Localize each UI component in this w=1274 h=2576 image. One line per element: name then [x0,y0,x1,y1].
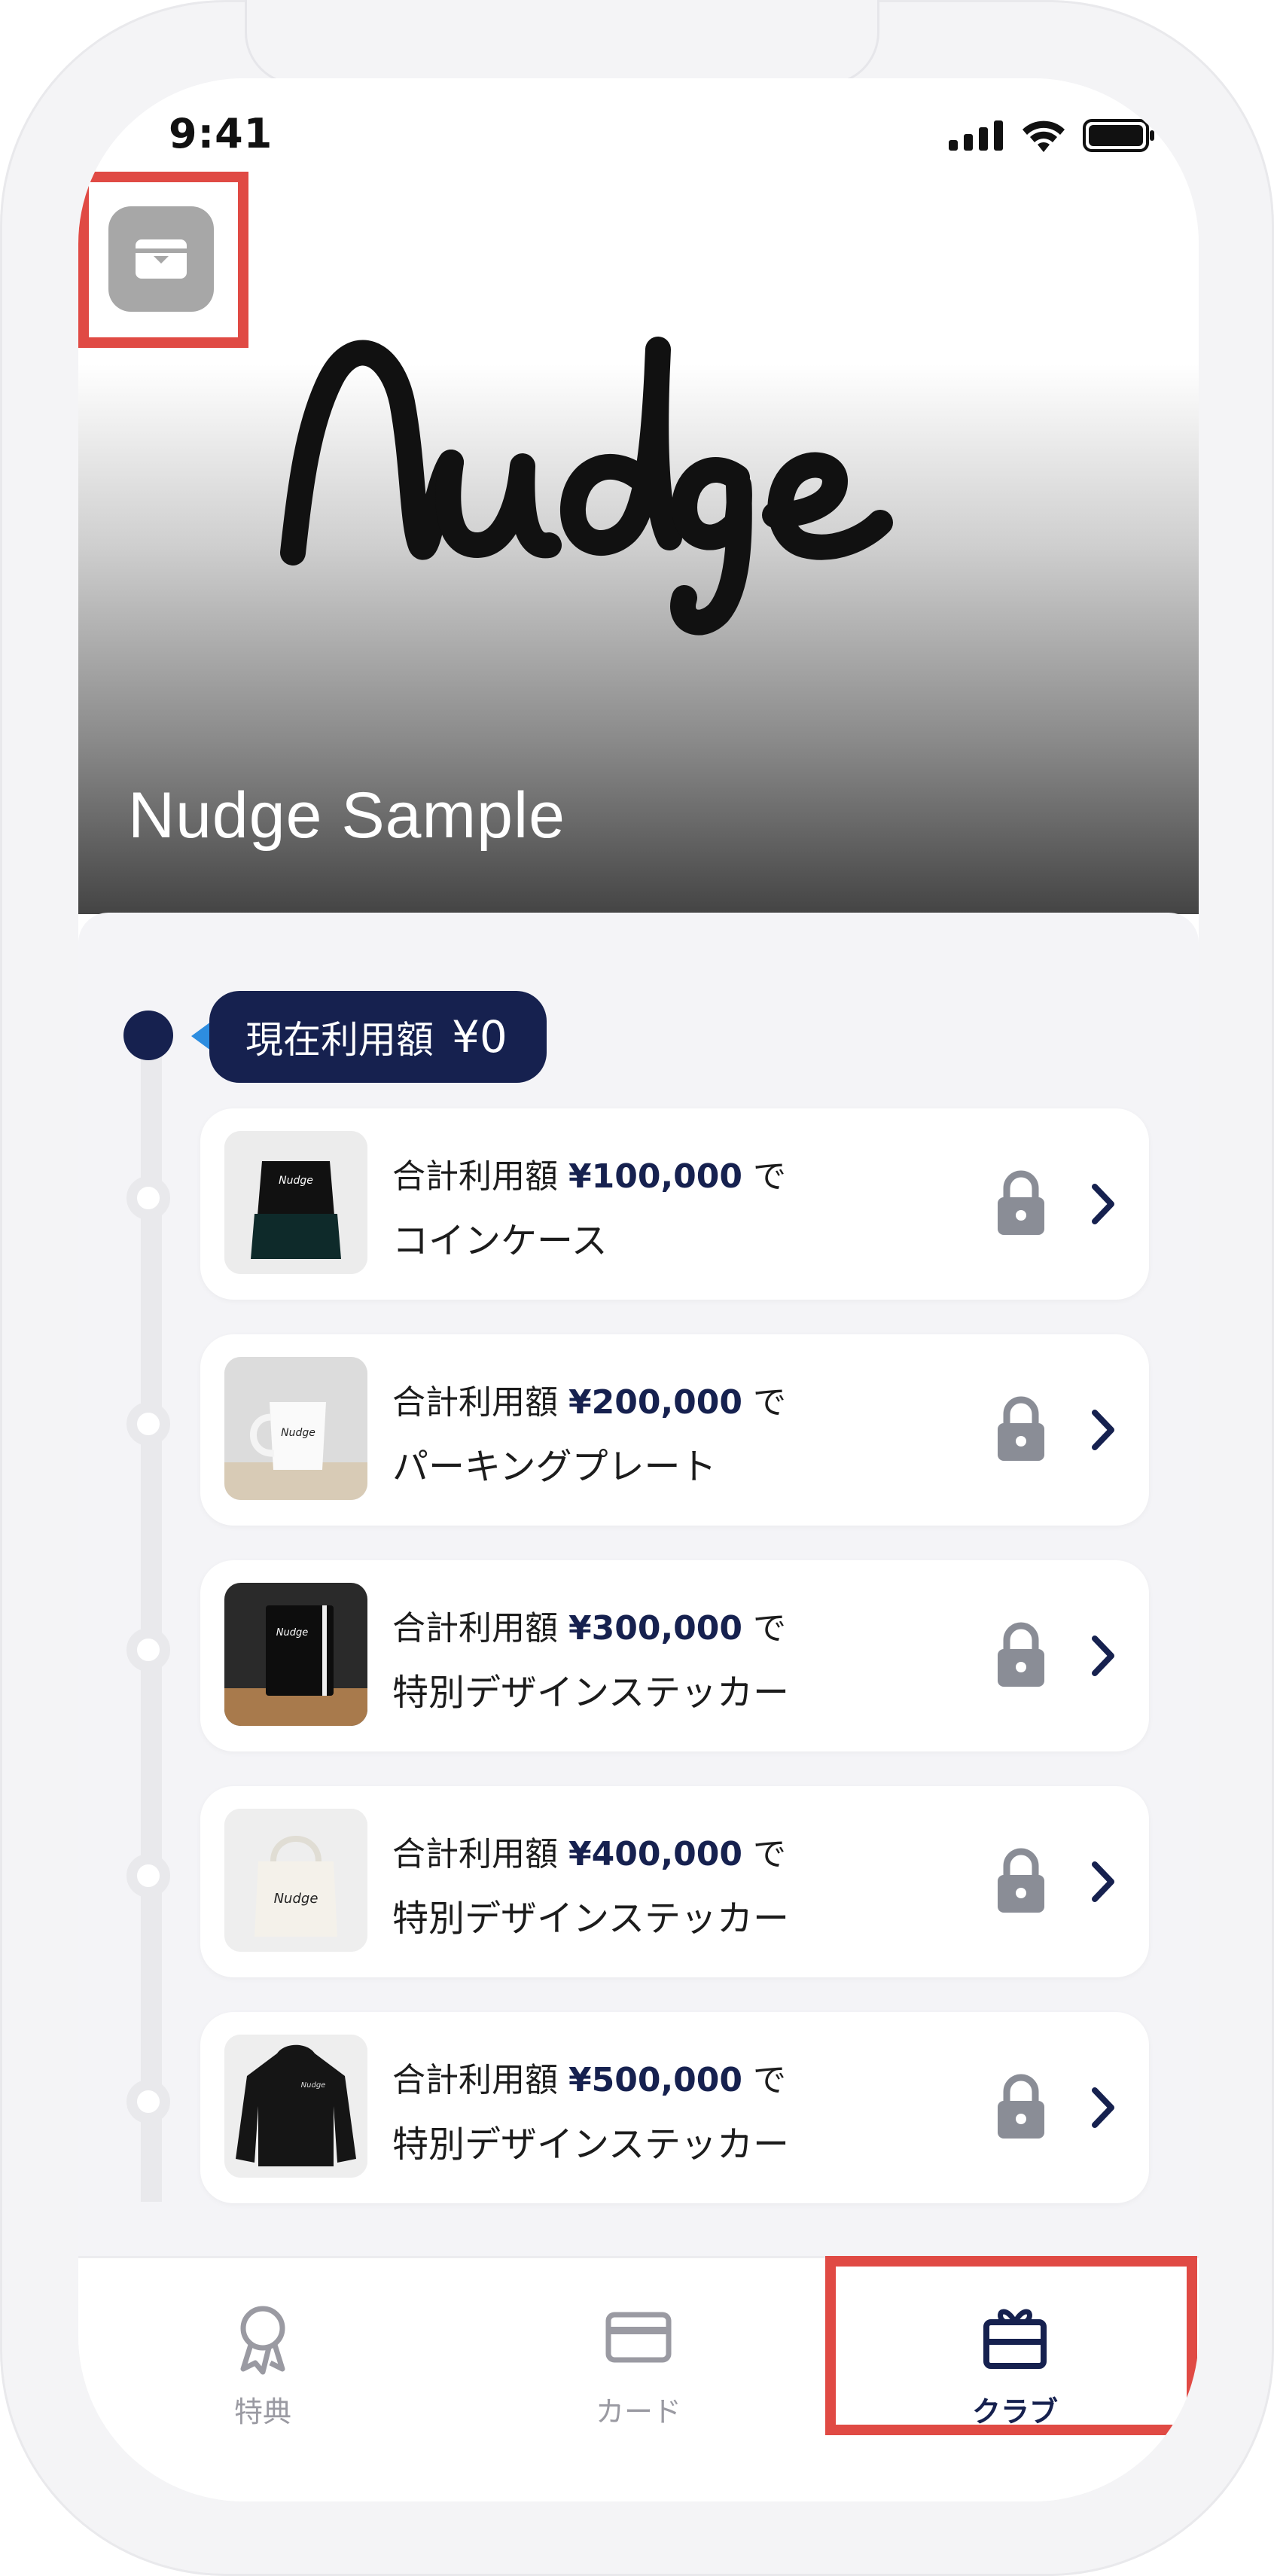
condition-suffix: で [753,2061,787,2099]
status-time: 9:41 [169,110,273,157]
chevron-right-icon[interactable] [1089,2086,1119,2129]
reward-name: 特別デザインステッカー [392,2123,790,2166]
award-icon [240,2306,285,2375]
condition-amount: ¥300,000 [568,1609,743,1648]
current-amount-label: 現在利用額 [245,1018,434,1062]
lock-icon [998,1396,1044,1461]
reward-text: 合計利用額 ¥100,000 で コインケース [392,1149,786,1264]
card-icon [605,2312,672,2363]
wifi-icon [1023,120,1065,152]
milestone-dot [126,1854,170,1898]
condition-suffix: で [753,1609,787,1648]
condition-prefix: 合計利用額 [392,1383,558,1422]
reward-text: 合計利用額 ¥300,000 で 特別デザインステッカー [392,1601,789,1715]
tab-label: カード [595,2395,681,2428]
reward-name: 特別デザインステッカー [392,1898,790,1940]
brand-logo [280,337,893,636]
condition-suffix: で [753,1835,787,1873]
screen: 9:41 Nudge Sample 現在利用額 ¥0 Nudge 合計利用額 ¥… [78,78,1199,2501]
reward-text: 合計利用額 ¥200,000 で パーキングプレート [392,1375,786,1489]
milestone-dot [126,2080,170,2123]
reward-text: 合計利用額 ¥400,000 で 特別デザインステッカー [392,1827,789,1941]
tab-card[interactable]: カード [526,2300,751,2430]
condition-suffix: で [753,1383,787,1422]
svg-text:Nudge: Nudge [301,2081,326,2090]
lock-icon [998,1622,1044,1687]
svg-text:Nudge: Nudge [274,1891,318,1907]
reward-card[interactable]: Nudge 合計利用額 ¥100,000 で コインケース [200,1108,1149,1300]
club-name: Nudge Sample [128,779,565,852]
current-amount-value: ¥0 [452,1011,507,1062]
reward-condition: 合計利用額 ¥300,000 で [392,1601,789,1649]
reward-name: 特別デザインステッカー [392,1672,790,1714]
condition-amount: ¥200,000 [568,1383,743,1422]
chevron-right-icon[interactable] [1089,1408,1119,1452]
reward-name: コインケース [392,1220,608,1262]
lock-icon [998,2074,1044,2139]
reward-card[interactable]: Nudge 合計利用額 ¥500,000 で 特別デザインステッカー [200,2012,1149,2203]
highlight-wallet-button [78,172,248,348]
reward-card[interactable]: Nudge 合計利用額 ¥300,000 で 特別デザインステッカー [200,1560,1149,1751]
highlight-club-tab [825,2256,1197,2435]
svg-text:Nudge: Nudge [281,1427,315,1439]
tab-benefits[interactable]: 特典 [150,2300,376,2430]
reward-condition: 合計利用額 ¥400,000 で [392,1827,789,1875]
reward-thumbnail-mug: Nudge [224,1357,367,1500]
condition-amount: ¥500,000 [568,2061,743,2099]
current-progress-dot [123,1011,173,1060]
tab-label: 特典 [233,2395,291,2428]
notch [245,0,879,85]
condition-suffix: で [753,1157,787,1196]
lock-icon [998,1170,1044,1235]
condition-amount: ¥100,000 [568,1157,743,1196]
lock-icon [998,1848,1044,1913]
reward-thumbnail-hoodie: Nudge [224,2035,367,2178]
svg-text:Nudge: Nudge [276,1627,308,1639]
status-icons [949,119,1155,152]
reward-condition: 合計利用額 ¥500,000 で [392,2053,789,2101]
milestone-dot [126,1176,170,1220]
reward-thumbnail-tote-bag: Nudge [224,1809,367,1952]
current-amount-pill: 現在利用額 ¥0 [209,991,547,1083]
svg-text:Nudge: Nudge [279,1175,313,1187]
reward-text: 合計利用額 ¥500,000 で 特別デザインステッカー [392,2053,789,2167]
condition-amount: ¥400,000 [568,1835,743,1873]
reward-card[interactable]: Nudge 合計利用額 ¥200,000 で パーキングプレート [200,1334,1149,1526]
milestone-dot [126,1402,170,1446]
condition-prefix: 合計利用額 [392,2061,558,2099]
reward-card[interactable]: Nudge 合計利用額 ¥400,000 で 特別デザインステッカー [200,1786,1149,1977]
condition-prefix: 合計利用額 [392,1157,558,1196]
reward-condition: 合計利用額 ¥200,000 で [392,1375,786,1423]
milestone-dot [126,1628,170,1672]
reward-condition: 合計利用額 ¥100,000 で [392,1149,786,1197]
chevron-right-icon[interactable] [1089,1634,1119,1678]
chevron-right-icon[interactable] [1089,1860,1119,1904]
reward-thumbnail-notebook: Nudge [224,1583,367,1726]
reward-name: パーキングプレート [392,1446,717,1488]
signal-icon [949,120,1003,151]
condition-prefix: 合計利用額 [392,1835,558,1873]
device-frame: 9:41 Nudge Sample 現在利用額 ¥0 Nudge 合計利用額 ¥… [0,0,1274,2576]
chevron-right-icon[interactable] [1089,1182,1119,1226]
reward-thumbnail-calendar: Nudge [224,1131,367,1274]
battery-icon [1083,119,1154,152]
condition-prefix: 合計利用額 [392,1609,558,1648]
